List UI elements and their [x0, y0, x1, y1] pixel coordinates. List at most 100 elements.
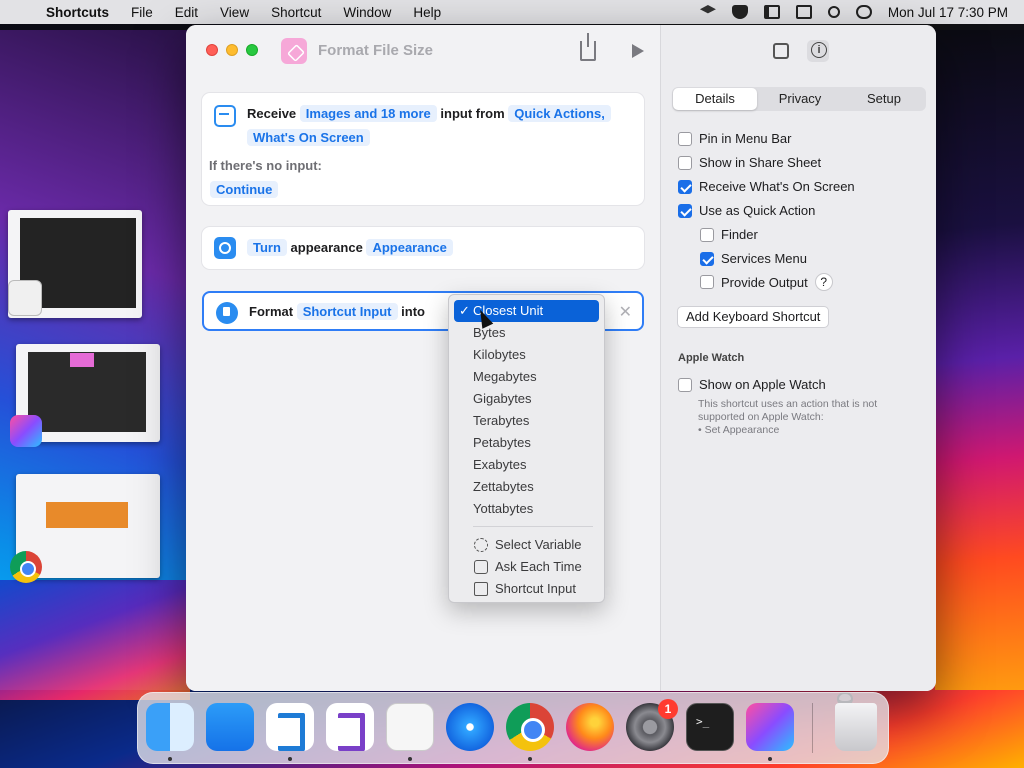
services-menu-option[interactable]: Services Menu: [700, 251, 807, 266]
input-sources-chip[interactable]: Quick Actions,: [508, 105, 611, 122]
menu-item-shortcut-input[interactable]: Shortcut Input: [454, 578, 599, 600]
menu-item-select-variable[interactable]: Select Variable: [454, 534, 599, 556]
details-pane: Details Privacy Setup Pin in Menu Bar Sh…: [660, 25, 936, 691]
tab-privacy[interactable]: Privacy: [758, 87, 842, 111]
menu-edit[interactable]: Edit: [175, 5, 198, 20]
details-tabs: Details Privacy Setup: [672, 87, 926, 111]
show-apple-watch-checkbox[interactable]: [678, 377, 692, 392]
apple-watch-heading: Apple Watch: [678, 352, 745, 364]
app-store-dock-icon[interactable]: [206, 703, 254, 751]
menu-view[interactable]: View: [220, 5, 249, 20]
share-sheet-option[interactable]: Show in Share Sheet: [678, 155, 821, 170]
sidebar-icon[interactable]: [763, 5, 780, 19]
minimize-button[interactable]: [226, 44, 238, 56]
finder-checkbox[interactable]: [700, 227, 714, 242]
apple-watch-note: This shortcut uses an action that is not…: [698, 398, 878, 436]
trash-dock-icon[interactable]: [835, 703, 877, 751]
dock: 1 >_: [137, 692, 889, 764]
menu-shortcut[interactable]: Shortcut: [271, 5, 321, 20]
info-icon[interactable]: [807, 40, 829, 62]
receive-screen-option[interactable]: Receive What's On Screen: [678, 179, 855, 194]
menu-item-kilobytes[interactable]: Kilobytes: [454, 344, 599, 366]
appearance-icon: [214, 237, 236, 259]
menu-file[interactable]: File: [131, 5, 153, 20]
textedit-dock-icon[interactable]: [386, 703, 434, 751]
no-input-label: If there's no input:: [209, 158, 322, 173]
receive-screen-checkbox[interactable]: [678, 179, 692, 194]
menu-window[interactable]: Window: [343, 5, 391, 20]
chrome-dock-icon[interactable]: [506, 703, 554, 751]
input-types-chip[interactable]: Images and 18 more: [299, 105, 437, 122]
firefox-dock-icon[interactable]: [566, 703, 614, 751]
terminal-dock-icon[interactable]: [686, 703, 734, 751]
menu-help[interactable]: Help: [413, 5, 441, 20]
shield-icon[interactable]: [731, 5, 748, 19]
window-title[interactable]: Format File Size: [318, 42, 433, 59]
quick-action-option[interactable]: Use as Quick Action: [678, 203, 815, 218]
shortcut-input-chip[interactable]: Shortcut Input: [296, 303, 398, 320]
control-center-icon[interactable]: [855, 5, 872, 19]
tab-setup[interactable]: Setup: [842, 87, 926, 111]
running-indicator: [168, 757, 172, 761]
finder-option[interactable]: Finder: [700, 227, 758, 242]
menu-item-zettabytes[interactable]: Zettabytes: [454, 476, 599, 498]
provide-output-option[interactable]: Provide Output ?: [700, 273, 833, 291]
turn-chip[interactable]: Turn: [247, 239, 287, 256]
add-keyboard-shortcut-button[interactable]: Add Keyboard Shortcut: [677, 306, 830, 328]
format-label: Format: [249, 304, 294, 319]
into-label: into: [401, 304, 425, 319]
menu-item-megabytes[interactable]: Megabytes: [454, 366, 599, 388]
wallpaper-left-bottom: [0, 580, 190, 700]
provide-output-checkbox[interactable]: [700, 275, 714, 289]
share-sheet-checkbox[interactable]: [678, 155, 692, 170]
zoom-button[interactable]: [246, 44, 258, 56]
remove-action-icon[interactable]: ✕: [619, 302, 632, 322]
file-icon: [216, 302, 238, 324]
notification-badge: 1: [658, 699, 678, 719]
title-bar: Format File Size: [186, 25, 660, 77]
services-menu-checkbox[interactable]: [700, 251, 714, 266]
menu-item-petabytes[interactable]: Petabytes: [454, 432, 599, 454]
appearance-text: appearance: [290, 240, 363, 255]
apple-menu-icon[interactable]: [12, 4, 28, 20]
menu-item-gigabytes[interactable]: Gigabytes: [454, 388, 599, 410]
shortcuts-dock-icon[interactable]: [746, 703, 794, 751]
clock[interactable]: Mon Jul 17 7:30 PM: [888, 5, 1008, 20]
menu-item-bytes[interactable]: Bytes: [454, 322, 599, 344]
safari-dock-icon[interactable]: [446, 703, 494, 751]
help-button[interactable]: ?: [814, 273, 833, 291]
shortcut-glyph-icon[interactable]: [281, 38, 307, 64]
no-input-action-chip[interactable]: Continue: [210, 181, 279, 198]
pin-menu-bar-checkbox[interactable]: [678, 131, 692, 146]
search-icon[interactable]: [827, 6, 840, 18]
textedit-app-icon: [8, 280, 42, 316]
appearance-action-card[interactable]: Turn appearance Appearance: [202, 227, 644, 269]
show-apple-watch-option[interactable]: Show on Apple Watch: [678, 377, 826, 392]
menu-item-terabytes[interactable]: Terabytes: [454, 410, 599, 432]
menu-item-ask-each-time[interactable]: Ask Each Time: [454, 556, 599, 578]
menu-item-yottabytes[interactable]: Yottabytes: [454, 498, 599, 520]
close-button[interactable]: [206, 44, 218, 56]
menu-app-name[interactable]: Shortcuts: [46, 5, 109, 20]
finder-dock-icon[interactable]: [146, 703, 194, 751]
vscode-dock-icon[interactable]: [266, 703, 314, 751]
tab-details[interactable]: Details: [673, 88, 757, 110]
shortcuts-app-icon: [10, 415, 42, 447]
window-stack-icon[interactable]: [795, 5, 812, 19]
menu-item-exabytes[interactable]: Exabytes: [454, 454, 599, 476]
status-area: Mon Jul 17 7:30 PM: [699, 0, 1008, 706]
speech-bubble-icon: [474, 560, 488, 574]
quick-action-checkbox[interactable]: [678, 203, 692, 218]
share-icon[interactable]: [580, 33, 596, 61]
action-library-icon[interactable]: [773, 43, 789, 59]
unit-dropdown-menu: ✓ Closest Unit Bytes Kilobytes Megabytes…: [448, 294, 605, 603]
pin-menu-bar-option[interactable]: Pin in Menu Bar: [678, 131, 792, 146]
appearance-chip[interactable]: Appearance: [366, 239, 453, 256]
run-icon[interactable]: [632, 44, 644, 58]
visual-studio-dock-icon[interactable]: [326, 703, 374, 751]
dock-separator: [812, 703, 813, 753]
input-sources-chip-2[interactable]: What's On Screen: [247, 129, 370, 146]
layers-icon[interactable]: [699, 5, 716, 14]
receive-action-card[interactable]: Receive Images and 18 more input from Qu…: [202, 93, 644, 205]
running-indicator: [288, 757, 292, 761]
